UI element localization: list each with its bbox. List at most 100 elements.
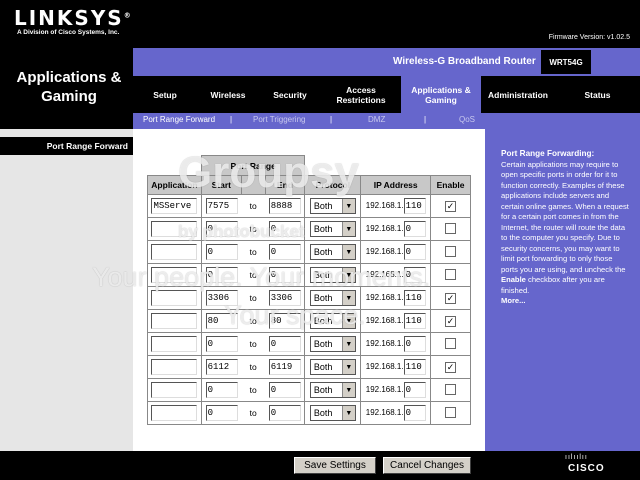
application-input[interactable] bbox=[151, 382, 198, 398]
tab-applications-gaming[interactable]: Applications & Gaming bbox=[401, 76, 481, 113]
to-label: to bbox=[241, 194, 266, 218]
end-port-input[interactable] bbox=[268, 198, 301, 214]
application-input[interactable] bbox=[151, 290, 198, 306]
ip-prefix: 192.168.1. bbox=[365, 247, 404, 256]
start-port-input[interactable] bbox=[205, 221, 238, 237]
subtab-dmz[interactable]: DMZ bbox=[368, 115, 385, 124]
start-port-input[interactable] bbox=[205, 244, 238, 260]
more-link[interactable]: More... bbox=[501, 296, 631, 307]
protocol-select[interactable]: Both ▼ bbox=[309, 382, 356, 398]
ip-prefix: 192.168.1. bbox=[365, 224, 404, 233]
ip-last-octet-input[interactable] bbox=[403, 359, 426, 375]
protocol-select[interactable]: Both ▼ bbox=[309, 267, 356, 283]
tab-setup[interactable]: Setup bbox=[133, 76, 197, 113]
tab-status[interactable]: Status bbox=[555, 76, 640, 113]
start-port-input[interactable] bbox=[205, 382, 238, 398]
blank-header-cell bbox=[147, 155, 202, 176]
start-port-input[interactable] bbox=[205, 336, 238, 352]
end-port-input[interactable] bbox=[268, 336, 301, 352]
tab-administration[interactable]: Administration bbox=[481, 76, 555, 113]
port-range-table: Port Range Application Start End Protoco… bbox=[147, 155, 471, 425]
protocol-value: Both bbox=[313, 316, 333, 326]
protocol-select[interactable]: Both ▼ bbox=[309, 313, 356, 329]
enable-checkbox[interactable]: ✓ bbox=[445, 361, 457, 373]
end-port-input[interactable] bbox=[268, 382, 301, 398]
enable-checkbox[interactable] bbox=[445, 337, 457, 349]
enable-cell bbox=[430, 263, 471, 287]
enable-checkbox[interactable] bbox=[445, 383, 457, 395]
protocol-select[interactable]: Both ▼ bbox=[309, 359, 356, 375]
application-input[interactable] bbox=[151, 336, 198, 352]
protocol-value: Both bbox=[313, 408, 333, 418]
subnav-separator: | bbox=[424, 115, 427, 124]
end-port-input[interactable] bbox=[268, 405, 301, 421]
application-input[interactable] bbox=[151, 198, 198, 214]
enable-checkbox[interactable] bbox=[445, 222, 457, 234]
end-cell bbox=[265, 286, 306, 310]
protocol-value: Both bbox=[313, 385, 333, 395]
ip-cell: 192.168.1. bbox=[360, 309, 432, 333]
ip-last-octet-input[interactable] bbox=[403, 290, 426, 306]
application-input[interactable] bbox=[151, 359, 198, 375]
application-input[interactable] bbox=[151, 221, 198, 237]
tab-wireless[interactable]: Wireless bbox=[197, 76, 259, 113]
start-port-input[interactable] bbox=[205, 313, 238, 329]
application-input[interactable] bbox=[151, 267, 198, 283]
application-cell bbox=[147, 355, 202, 379]
cancel-changes-button[interactable]: Cancel Changes bbox=[383, 457, 471, 474]
end-port-input[interactable] bbox=[268, 221, 301, 237]
main-content: Port Range Application Start End Protoco… bbox=[133, 129, 485, 451]
enable-checkbox[interactable] bbox=[445, 406, 457, 418]
ip-last-octet-input[interactable] bbox=[403, 382, 426, 398]
ip-last-octet-input[interactable] bbox=[403, 267, 426, 283]
start-port-input[interactable] bbox=[205, 290, 238, 306]
start-cell bbox=[200, 355, 242, 379]
end-port-input[interactable] bbox=[268, 290, 301, 306]
tab-security[interactable]: Security bbox=[259, 76, 321, 113]
application-input[interactable] bbox=[151, 405, 198, 421]
protocol-select[interactable]: Both ▼ bbox=[309, 290, 356, 306]
start-port-input[interactable] bbox=[205, 267, 238, 283]
enable-checkbox[interactable]: ✓ bbox=[445, 200, 457, 212]
subtab-qos[interactable]: QoS bbox=[459, 115, 475, 124]
ip-last-octet-input[interactable] bbox=[403, 336, 426, 352]
ip-cell: 192.168.1. bbox=[360, 217, 432, 241]
end-port-input[interactable] bbox=[268, 359, 301, 375]
application-input[interactable] bbox=[151, 244, 198, 260]
enable-checkbox[interactable]: ✓ bbox=[445, 292, 457, 304]
dropdown-arrow-icon: ▼ bbox=[341, 314, 355, 328]
dropdown-arrow-icon: ▼ bbox=[341, 199, 355, 213]
start-cell bbox=[200, 263, 242, 287]
protocol-select[interactable]: Both ▼ bbox=[309, 244, 356, 260]
start-port-input[interactable] bbox=[205, 359, 238, 375]
ip-last-octet-input[interactable] bbox=[403, 405, 426, 421]
end-port-input[interactable] bbox=[268, 244, 301, 260]
enable-checkbox[interactable] bbox=[445, 245, 457, 257]
enable-checkbox[interactable]: ✓ bbox=[445, 315, 457, 327]
enable-checkbox[interactable] bbox=[445, 268, 457, 280]
end-port-input[interactable] bbox=[268, 267, 301, 283]
protocol-select[interactable]: Both ▼ bbox=[309, 221, 356, 237]
protocol-select[interactable]: Both ▼ bbox=[309, 336, 356, 352]
protocol-select[interactable]: Both ▼ bbox=[309, 405, 356, 421]
ip-last-octet-input[interactable] bbox=[403, 244, 426, 260]
to-label: to bbox=[241, 378, 266, 402]
ip-cell: 192.168.1. bbox=[360, 240, 432, 264]
start-port-input[interactable] bbox=[205, 405, 238, 421]
ip-last-octet-input[interactable] bbox=[403, 313, 426, 329]
table-row: to Both ▼ 192.168.1. ✓ bbox=[147, 286, 471, 310]
save-settings-button[interactable]: Save Settings bbox=[294, 457, 376, 474]
tab-access-restrictions[interactable]: Access Restrictions bbox=[321, 76, 401, 113]
subtab-port-range-forward[interactable]: Port Range Forward bbox=[143, 115, 215, 124]
end-port-input[interactable] bbox=[268, 313, 301, 329]
ip-last-octet-input[interactable] bbox=[403, 198, 426, 214]
enable-cell bbox=[430, 401, 471, 425]
ip-prefix: 192.168.1. bbox=[365, 385, 404, 394]
application-input[interactable] bbox=[151, 313, 198, 329]
start-cell bbox=[200, 217, 242, 241]
ip-last-octet-input[interactable] bbox=[403, 221, 426, 237]
start-port-input[interactable] bbox=[205, 198, 238, 214]
protocol-select[interactable]: Both ▼ bbox=[309, 198, 356, 214]
main-nav: Setup Wireless Security Access Restrictions… bbox=[133, 76, 640, 113]
subtab-port-triggering[interactable]: Port Triggering bbox=[253, 115, 305, 124]
